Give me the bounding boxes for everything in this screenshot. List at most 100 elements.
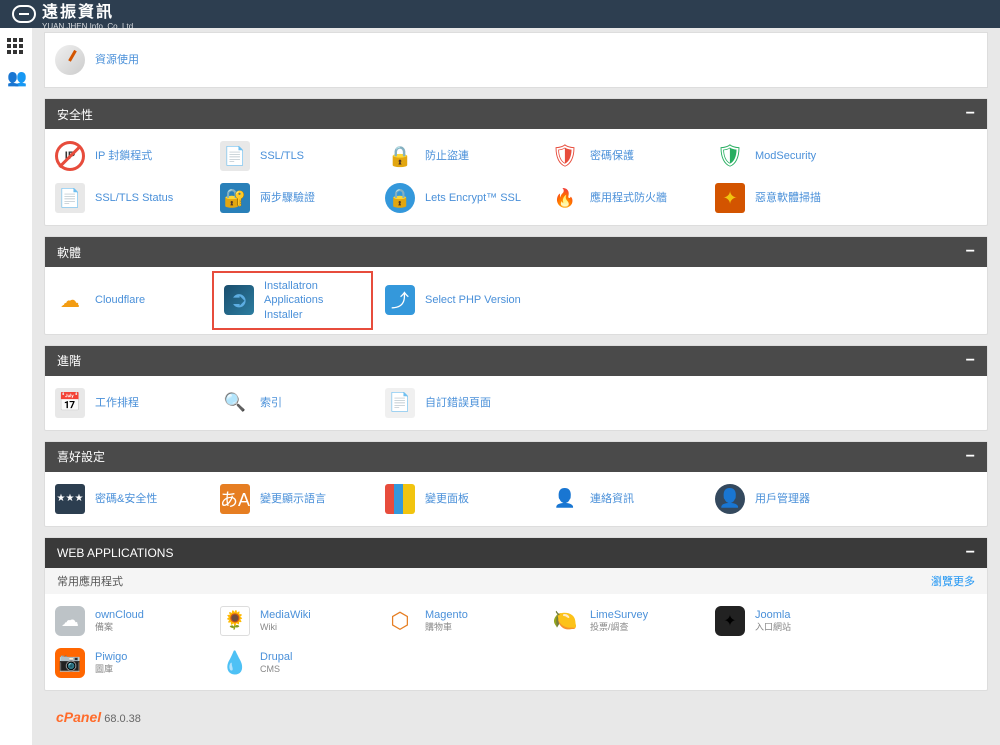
- pass-icon: ★★★: [55, 484, 85, 514]
- drupal-icon: 💧: [220, 648, 250, 678]
- item-sublabel: 入口網站: [755, 622, 791, 634]
- joomla-icon: ✦: [715, 606, 745, 636]
- user-icon: 👤: [715, 484, 745, 514]
- item-label: Select PHP Version: [425, 293, 521, 307]
- item-sublabel: 備案: [95, 622, 144, 634]
- panel-title: 安全性: [57, 106, 93, 123]
- lang-icon: あA: [220, 484, 250, 514]
- item-label: Piwigo圖庫: [95, 650, 127, 676]
- app-item[interactable]: 📷 Piwigo圖庫: [45, 642, 210, 684]
- app-item[interactable]: 🔒 防止盜連: [375, 135, 540, 177]
- app-item[interactable]: 🍋 LimeSurvey投票/調查: [540, 600, 705, 642]
- footer: cPanel 68.0.38: [44, 701, 988, 733]
- panel-header-software[interactable]: 軟體 −: [45, 237, 987, 267]
- magento-icon: ⬡: [385, 606, 415, 636]
- installatron-icon: [224, 285, 254, 315]
- app-item[interactable]: ✦Joomla入口網站: [705, 600, 870, 642]
- item-label: 密碼&安全性: [95, 492, 157, 506]
- sslstatus-icon: 📄: [55, 183, 85, 213]
- cf-icon: ☁: [55, 285, 85, 315]
- app-item[interactable]: 🔍 索引: [210, 382, 375, 424]
- app-item[interactable]: ☁ Cloudflare: [45, 273, 210, 328]
- app-item[interactable]: Installatron Applications Installer: [212, 271, 373, 330]
- app-item[interactable]: あA 變更顯示語言: [210, 478, 375, 520]
- item-label: 變更面板: [425, 492, 469, 506]
- item-sublabel: 圖庫: [95, 664, 127, 676]
- collapse-icon: −: [966, 448, 975, 466]
- app-item[interactable]: 📄 自訂錯誤頁面: [375, 382, 540, 424]
- brand-sub: YUAN JHEN Info. Co. Ltd: [42, 22, 133, 31]
- doc-icon: 📄: [385, 388, 415, 418]
- app-item[interactable]: 🛡ModSecurity: [705, 135, 870, 177]
- item-label: 用戶管理器: [755, 492, 810, 506]
- app-item[interactable]: ⤴ Select PHP Version: [375, 273, 540, 328]
- piwigo-icon: 📷: [55, 648, 85, 678]
- sunflower-icon: 🌻: [220, 606, 250, 636]
- panel-title: 喜好設定: [57, 448, 105, 465]
- cloud-icon: ☁: [55, 606, 85, 636]
- app-item[interactable]: 💧DrupalCMS: [210, 642, 375, 684]
- item-label: Magento購物車: [425, 608, 468, 634]
- panel-software: 軟體 − ☁ Cloudflare Installatron Application…: [44, 236, 988, 335]
- collapse-icon: −: [966, 105, 975, 123]
- panel-header-webapps[interactable]: WEB APPLICATIONS −: [45, 538, 987, 568]
- item-label: 變更顯示語言: [260, 492, 326, 506]
- item-sublabel: 投票/調查: [590, 622, 648, 634]
- item-label: 工作排程: [95, 396, 139, 410]
- search-icon: 🔍: [220, 388, 250, 418]
- app-item[interactable]: 👤 用戶管理器: [705, 478, 870, 520]
- panel-security: 安全性 − IPIP 封鎖程式📄SSL/TLS 🔒 防止盜連 🛡 密碼保護 🛡ModSec…: [44, 98, 988, 226]
- cpanel-logo: cPanel: [56, 709, 101, 725]
- app-item[interactable]: ✦惡意軟體掃描: [705, 177, 870, 219]
- 2fa-icon: 🔐: [220, 183, 250, 213]
- collapse-icon: −: [966, 544, 975, 562]
- item-label: 資源使用: [95, 53, 139, 67]
- app-item[interactable]: ☁ ownCloud備案: [45, 600, 210, 642]
- panel-webapps: WEB APPLICATIONS − 常用應用程式 瀏覽更多 ☁ ownCloud…: [44, 537, 988, 691]
- partial-panel-top: 資源使用: [44, 32, 988, 88]
- grid-apps-icon[interactable]: [7, 38, 25, 56]
- app-item[interactable]: ★★★ 密碼&安全性: [45, 478, 210, 520]
- app-item[interactable]: 變更面板: [375, 478, 540, 520]
- app-item[interactable]: 🔐兩步驟驗證: [210, 177, 375, 219]
- app-item[interactable]: ⬡ Magento購物車: [375, 600, 540, 642]
- php-icon: ⤴: [385, 285, 415, 315]
- brand-name: 遠振資訊: [42, 4, 114, 21]
- lock-icon: 🔒: [385, 141, 415, 171]
- app-item[interactable]: 📅 工作排程: [45, 382, 210, 424]
- lime-icon: 🍋: [550, 606, 580, 636]
- app-item[interactable]: 🔥應用程式防火牆: [540, 177, 705, 219]
- item-label: 應用程式防火牆: [590, 191, 667, 205]
- item-label: 密碼保護: [590, 149, 634, 163]
- item-label: LimeSurvey投票/調查: [590, 608, 648, 634]
- webapps-subheader: 常用應用程式 瀏覽更多: [45, 568, 987, 594]
- users-icon[interactable]: 👥: [7, 68, 25, 86]
- item-label: 防止盜連: [425, 149, 469, 163]
- panel-header-prefs[interactable]: 喜好設定 −: [45, 442, 987, 472]
- item-label: Cloudflare: [95, 293, 145, 307]
- app-item[interactable]: 👤連絡資訊: [540, 478, 705, 520]
- panel-header-advanced[interactable]: 進階 −: [45, 346, 987, 376]
- panel-prefs: 喜好設定 − ★★★ 密碼&安全性 あA 變更顯示語言 變更面板 👤連絡資訊 👤 用戶管理器: [44, 441, 988, 527]
- cloud-logo-icon: [12, 5, 36, 23]
- browse-more-link[interactable]: 瀏覽更多: [931, 573, 975, 589]
- panel-title: 進階: [57, 352, 81, 369]
- app-item[interactable]: IPIP 封鎖程式: [45, 135, 210, 177]
- shield-green-icon: 🛡: [715, 141, 745, 171]
- shield-red-icon: 🛡: [550, 141, 580, 171]
- app-item[interactable]: 🌻MediaWikiWiki: [210, 600, 375, 642]
- panel-header-security[interactable]: 安全性 −: [45, 99, 987, 129]
- cal-icon: 📅: [55, 388, 85, 418]
- resource-usage-item[interactable]: 資源使用: [45, 39, 210, 81]
- app-item[interactable]: 🔒Lets Encrypt™ SSL: [375, 177, 540, 219]
- item-label: 索引: [260, 396, 282, 410]
- app-item[interactable]: 📄SSL/TLS Status: [45, 177, 210, 219]
- sidebar: 👥: [0, 28, 32, 745]
- panel-advanced: 進階 − 📅 工作排程 🔍 索引 📄 自訂錯誤頁面: [44, 345, 988, 431]
- app-item[interactable]: 🛡 密碼保護: [540, 135, 705, 177]
- shield-orange-icon: ✦: [715, 183, 745, 213]
- item-label: 自訂錯誤頁面: [425, 396, 491, 410]
- item-label: ownCloud備案: [95, 608, 144, 634]
- app-item[interactable]: 📄SSL/TLS: [210, 135, 375, 177]
- ip-icon: IP: [55, 141, 85, 171]
